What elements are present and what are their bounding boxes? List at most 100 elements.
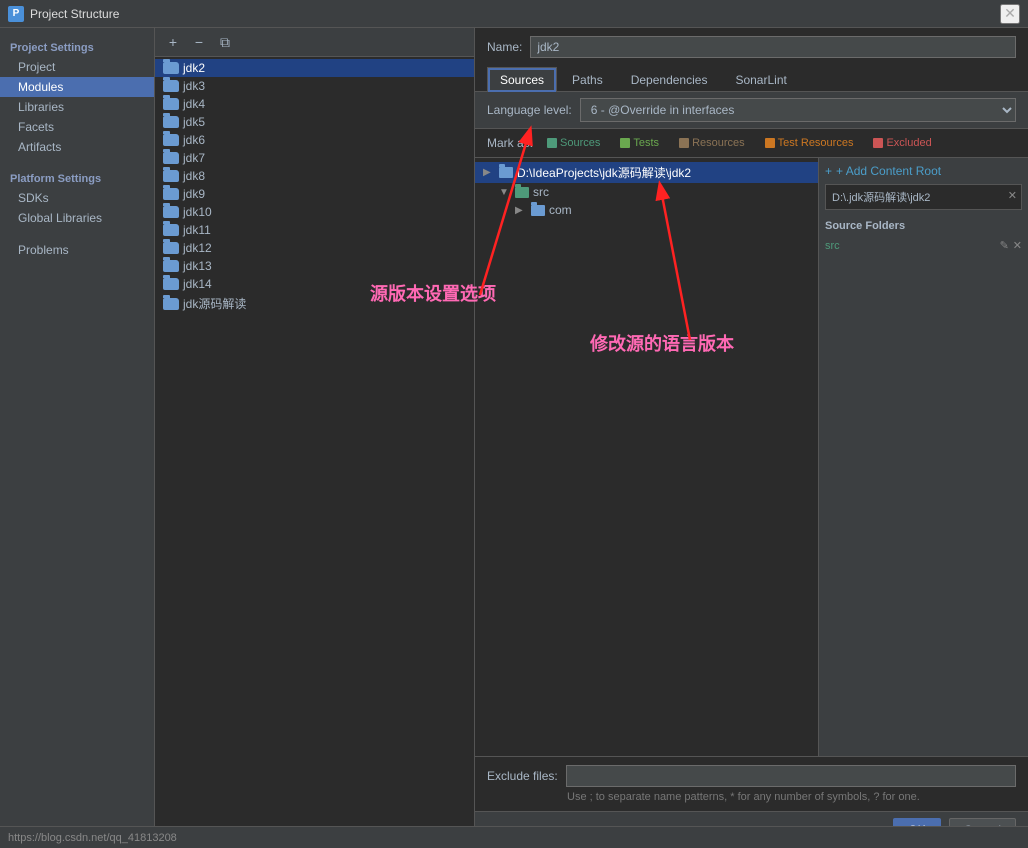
sidebar-item-modules[interactable]: Modules <box>0 77 154 97</box>
folder-icon <box>163 116 179 128</box>
source-path-close-button[interactable]: ✕ <box>1008 189 1017 202</box>
source-panel: + + Add Content Root D:\.jdk源码解读\jdk2 ✕ … <box>818 158 1028 756</box>
tree-item-src[interactable]: ▼ src <box>475 183 818 201</box>
edit-source-folder-button[interactable]: ✎ <box>1000 239 1009 252</box>
sidebar-item-problems[interactable]: Problems <box>0 240 154 260</box>
window-title: Project Structure <box>30 7 119 21</box>
copy-module-button[interactable]: ⧉ <box>215 32 235 52</box>
status-bar: https://blog.csdn.net/qq_41813208 <box>0 826 1028 848</box>
folder-icon <box>163 98 179 110</box>
folder-icon <box>163 152 179 164</box>
sources-dot-icon <box>547 138 557 148</box>
filetree-area: ▶ D:\IdeaProjects\jdk源码解读\jdk2 ▼ src ▶ c… <box>475 158 1028 756</box>
module-item-jdk10[interactable]: jdk10 <box>155 203 474 221</box>
bottom-area: Exclude files: Use ; to separate name pa… <box>475 756 1028 811</box>
folder-icon <box>163 224 179 236</box>
remove-source-folder-button[interactable]: ✕ <box>1013 239 1022 252</box>
source-folder-name: src <box>825 240 840 252</box>
module-item-jdk13[interactable]: jdk13 <box>155 257 474 275</box>
folder-icon <box>163 242 179 254</box>
platform-settings-title: Platform Settings <box>0 167 154 188</box>
module-name: jdk11 <box>183 223 211 237</box>
tree-item-label: com <box>549 203 572 217</box>
remove-module-button[interactable]: − <box>189 32 209 52</box>
sidebar-item-artifacts[interactable]: Artifacts <box>0 137 154 157</box>
sidebar-item-facets[interactable]: Facets <box>0 117 154 137</box>
exclude-input[interactable] <box>566 765 1016 787</box>
tree-item-com[interactable]: ▶ com <box>475 201 818 219</box>
module-item-jdk-source[interactable]: jdk源码解读 <box>155 293 474 314</box>
tab-dependencies[interactable]: Dependencies <box>618 67 721 92</box>
module-item-jdk5[interactable]: jdk5 <box>155 113 474 131</box>
module-item-jdk7[interactable]: jdk7 <box>155 149 474 167</box>
mark-tests-button[interactable]: Tests <box>614 135 665 151</box>
expand-icon: ▶ <box>515 205 527 216</box>
mark-as-label: Mark as: <box>487 136 533 150</box>
folder-icon <box>163 170 179 182</box>
module-item-jdk4[interactable]: jdk4 <box>155 95 474 113</box>
module-name: jdk9 <box>183 187 205 201</box>
add-module-button[interactable]: + <box>163 32 183 52</box>
module-item-jdk8[interactable]: jdk8 <box>155 167 474 185</box>
sidebar-item-libraries[interactable]: Libraries <box>0 97 154 117</box>
module-item-jdk11[interactable]: jdk11 <box>155 221 474 239</box>
project-settings-title: Project Settings <box>0 36 154 57</box>
module-name: jdk5 <box>183 115 205 129</box>
module-name: jdk10 <box>183 205 212 219</box>
mark-sources-button[interactable]: Sources <box>541 135 606 151</box>
app-icon: P <box>8 6 24 22</box>
module-toolbar: + − ⧉ <box>155 28 474 57</box>
tab-sonarlint[interactable]: SonarLint <box>722 67 799 92</box>
tree-item-label: src <box>533 185 549 199</box>
sidebar-item-sdks[interactable]: SDKs <box>0 188 154 208</box>
tests-dot-icon <box>620 138 630 148</box>
module-item-jdk2[interactable]: jdk2 <box>155 59 474 77</box>
help-text: Use ; to separate name patterns, * for a… <box>487 791 1016 803</box>
module-item-jdk9[interactable]: jdk9 <box>155 185 474 203</box>
folder-icon <box>163 206 179 218</box>
title-bar: P Project Structure ✕ <box>0 0 1028 28</box>
source-folder-actions: ✎ ✕ <box>1000 239 1022 252</box>
add-content-root-button[interactable]: + + Add Content Root <box>825 164 1022 178</box>
module-name: jdk13 <box>183 259 212 273</box>
source-folders-title: Source Folders <box>825 220 1022 232</box>
expand-icon: ▶ <box>483 167 495 178</box>
folder-icon <box>163 260 179 272</box>
sidebar-item-project[interactable]: Project <box>0 57 154 77</box>
excluded-dot-icon <box>873 138 883 148</box>
main-layout: Project Settings Project Modules Librari… <box>0 28 1028 848</box>
mark-as-row: Mark as: Sources Tests Resources Test Re… <box>475 129 1028 158</box>
folder-icon <box>163 188 179 200</box>
module-item-jdk6[interactable]: jdk6 <box>155 131 474 149</box>
language-level-select[interactable]: 6 - @Override in interfaces 7 - Diamonds… <box>580 98 1016 122</box>
mark-resources-button[interactable]: Resources <box>673 135 751 151</box>
sidebar-item-global-libraries[interactable]: Global Libraries <box>0 208 154 228</box>
tab-paths[interactable]: Paths <box>559 67 616 92</box>
module-panel: + − ⧉ jdk2 jdk3 jdk4 jdk5 jdk6 <box>155 28 475 848</box>
language-level-label: Language level: <box>487 103 572 117</box>
resources-dot-icon <box>679 138 689 148</box>
mark-excluded-button[interactable]: Excluded <box>867 135 937 151</box>
module-name: jdk12 <box>183 241 212 255</box>
module-item-jdk3[interactable]: jdk3 <box>155 77 474 95</box>
test-resources-dot-icon <box>765 138 775 148</box>
module-name: jdk14 <box>183 277 212 291</box>
name-input[interactable] <box>530 36 1016 58</box>
tab-sources[interactable]: Sources <box>487 67 557 92</box>
language-level-row: Language level: 6 - @Override in interfa… <box>475 92 1028 129</box>
module-name: jdk7 <box>183 151 205 165</box>
folder-icon <box>163 62 179 74</box>
tree-item-root[interactable]: ▶ D:\IdeaProjects\jdk源码解读\jdk2 <box>475 162 818 183</box>
folder-com-icon <box>531 205 545 216</box>
folder-icon <box>499 167 513 178</box>
name-row: Name: <box>475 28 1028 66</box>
tabs-row: Sources Paths Dependencies SonarLint <box>475 66 1028 92</box>
close-button[interactable]: ✕ <box>1000 4 1020 24</box>
source-path-text: D:\.jdk源码解读\jdk2 <box>832 192 930 204</box>
module-item-jdk14[interactable]: jdk14 <box>155 275 474 293</box>
module-name: jdk4 <box>183 97 205 111</box>
status-bar-url: https://blog.csdn.net/qq_41813208 <box>8 832 177 844</box>
mark-test-resources-button[interactable]: Test Resources <box>759 135 860 151</box>
module-item-jdk12[interactable]: jdk12 <box>155 239 474 257</box>
source-folder-item: src ✎ ✕ <box>825 238 1022 253</box>
